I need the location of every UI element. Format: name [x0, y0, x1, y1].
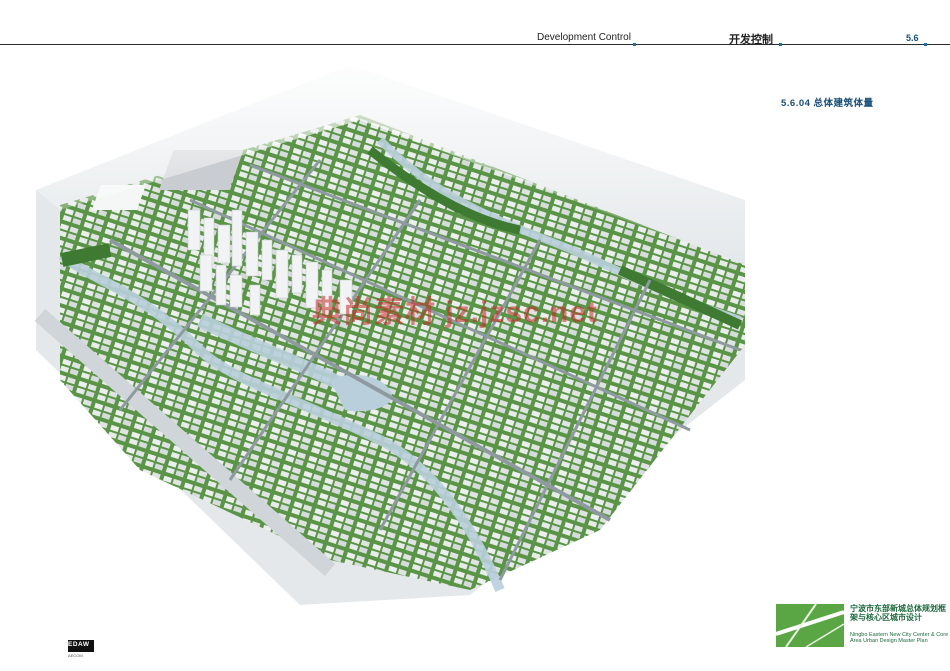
- header-dot-1: [633, 43, 636, 46]
- header-english-title: Development Control: [537, 32, 631, 43]
- tower: [199, 254, 213, 292]
- brand-logo-graphic: [776, 604, 844, 647]
- header-chinese-title: 开发控制: [729, 34, 773, 46]
- watermark: 典尚素材 jz.jzsc.net: [312, 296, 599, 329]
- firm-logo-text: EDAW: [68, 641, 90, 648]
- tower: [261, 239, 273, 281]
- brand-title: 宁波市东部新城总体规划框架与核心区城市设计: [850, 604, 946, 622]
- header-dot-2: [779, 43, 782, 46]
- section-title: 5.6.04 总体建筑体量: [781, 98, 874, 109]
- tower: [249, 284, 261, 316]
- tower: [275, 249, 289, 299]
- header-rule: [0, 44, 950, 45]
- tower: [215, 264, 227, 306]
- header-dot-3: [924, 43, 927, 46]
- tower: [231, 209, 243, 267]
- tower: [291, 254, 303, 294]
- brand-logo: [776, 604, 844, 647]
- tower: [217, 224, 231, 264]
- section-number: 5.6: [906, 33, 919, 43]
- tower: [187, 209, 201, 251]
- brand-subtitle: Ningbo Eastern New City Center & Core Ar…: [850, 632, 949, 645]
- green-belt-west: [60, 243, 112, 267]
- tower: [229, 274, 243, 308]
- tower: [245, 231, 259, 277]
- firm-logo-small: AECOM: [68, 653, 83, 658]
